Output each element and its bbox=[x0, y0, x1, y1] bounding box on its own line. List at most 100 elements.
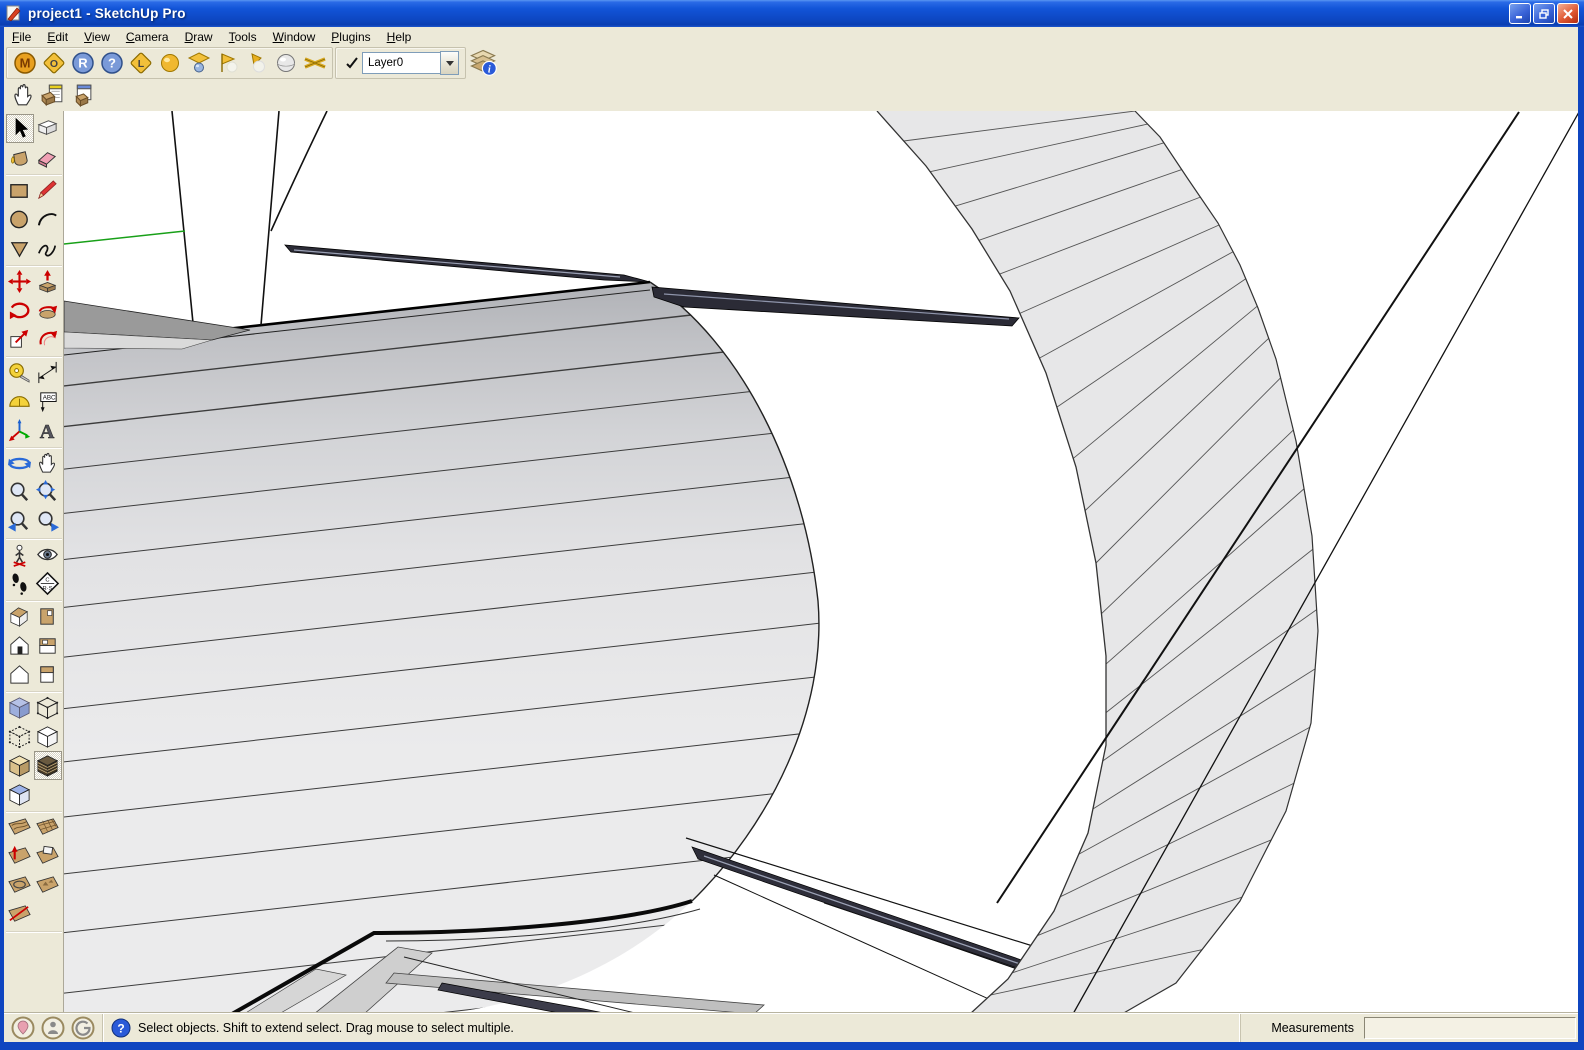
tool-view-front[interactable] bbox=[6, 631, 34, 660]
layer-manager-button[interactable]: i bbox=[466, 47, 500, 79]
context-help-icon[interactable]: ? bbox=[111, 1018, 131, 1038]
svg-text:R: R bbox=[78, 56, 88, 71]
tool-polygon[interactable] bbox=[6, 234, 34, 263]
tool-scale[interactable] bbox=[6, 325, 34, 354]
restore-button[interactable] bbox=[1533, 3, 1555, 24]
menu-plugins[interactable]: Plugins bbox=[323, 28, 378, 46]
tool-eraser[interactable] bbox=[34, 143, 62, 172]
tool-drape[interactable] bbox=[6, 871, 34, 900]
layer-dropdown-arrow[interactable] bbox=[440, 51, 459, 75]
tool-walk[interactable] bbox=[6, 569, 34, 598]
tool-line[interactable] bbox=[34, 176, 62, 205]
tool-dimension[interactable] bbox=[34, 358, 62, 387]
tool-zoom-previous[interactable] bbox=[6, 507, 34, 536]
toolbar-button-flag-a[interactable] bbox=[213, 49, 242, 77]
tool-orbit[interactable] bbox=[6, 449, 34, 478]
eraser-icon bbox=[37, 152, 57, 168]
menu-edit[interactable]: Edit bbox=[39, 28, 76, 46]
tool-stamp[interactable] bbox=[34, 842, 62, 871]
tool-shaded-with-textures[interactable] bbox=[33, 751, 62, 780]
tool-flip-edge[interactable] bbox=[6, 900, 34, 929]
arc-icon bbox=[37, 213, 57, 226]
menu-tools[interactable]: Tools bbox=[221, 28, 265, 46]
menu-window[interactable]: Window bbox=[265, 28, 324, 46]
tool-view-iso[interactable] bbox=[6, 602, 34, 631]
tool-zoom[interactable] bbox=[6, 478, 34, 507]
toolbar-button-box-window[interactable] bbox=[67, 82, 96, 110]
tool-paint-bucket[interactable] bbox=[6, 143, 34, 172]
menu-draw[interactable]: Draw bbox=[177, 28, 221, 46]
tool-make-component[interactable] bbox=[34, 114, 62, 143]
tool-push-pull[interactable] bbox=[34, 267, 62, 296]
minimize-button[interactable] bbox=[1509, 3, 1531, 24]
tool-smoove[interactable] bbox=[6, 842, 34, 871]
tool-rotate[interactable] bbox=[6, 296, 34, 325]
toolbar-button-tag-o[interactable]: O bbox=[39, 49, 68, 77]
toolbar-button-hand-tool[interactable] bbox=[9, 82, 38, 110]
tool-shaded[interactable] bbox=[6, 751, 34, 780]
close-button[interactable] bbox=[1557, 3, 1579, 24]
menu-file[interactable]: File bbox=[4, 28, 39, 46]
tool-rectangle[interactable] bbox=[6, 176, 34, 205]
tool-select[interactable] bbox=[5, 114, 34, 143]
tool-add-detail[interactable] bbox=[34, 871, 62, 900]
tool-sandbox-from-scratch[interactable] bbox=[34, 813, 62, 842]
tool-back-edges[interactable] bbox=[34, 693, 62, 722]
toolbar-button-yellow-sphere[interactable] bbox=[155, 49, 184, 77]
shaded-with-textures-icon bbox=[36, 755, 59, 777]
tool-circle[interactable] bbox=[6, 205, 34, 234]
sandbox-from-scratch-icon bbox=[36, 818, 59, 835]
shaded-icon bbox=[8, 755, 31, 777]
model-viewport[interactable] bbox=[64, 111, 1578, 1014]
tool-hidden-line[interactable] bbox=[34, 722, 62, 751]
menu-view[interactable]: View bbox=[76, 28, 118, 46]
toolbar-button-component-sampler[interactable] bbox=[184, 49, 213, 77]
menu-camera[interactable]: Camera bbox=[118, 28, 177, 46]
status-claim-button[interactable] bbox=[70, 1015, 96, 1041]
tool-section-plane[interactable]: C R·S bbox=[34, 569, 62, 598]
tool-wireframe[interactable] bbox=[6, 722, 34, 751]
layer-toolbar-group: Layer0 bbox=[335, 47, 466, 79]
toolbar-main: M O R? L Layer0 i bbox=[4, 46, 1578, 80]
tool-zoom-next[interactable] bbox=[34, 507, 62, 536]
toolbar-button-intersect-cross[interactable] bbox=[300, 49, 329, 77]
toolbar-button-help-badge[interactable]: ? bbox=[97, 49, 126, 77]
toolbar-button-r-badge[interactable]: R bbox=[68, 49, 97, 77]
tool-arc[interactable] bbox=[34, 205, 62, 234]
tool-xray[interactable] bbox=[6, 693, 34, 722]
measurements-box[interactable] bbox=[1364, 1017, 1576, 1039]
toolbar-button-flag-b[interactable] bbox=[242, 49, 271, 77]
tool-axes[interactable] bbox=[6, 416, 34, 445]
layer-visible-check-icon[interactable] bbox=[342, 53, 362, 73]
m-badge-icon: M bbox=[13, 52, 36, 74]
tool-protractor[interactable] bbox=[6, 387, 34, 416]
tool-view-left[interactable] bbox=[34, 660, 62, 689]
tool-monochrome[interactable] bbox=[6, 780, 34, 809]
tool-position-camera[interactable] bbox=[6, 540, 34, 569]
tool-zoom-extents[interactable] bbox=[34, 478, 62, 507]
tool-follow-me[interactable] bbox=[34, 296, 62, 325]
tool-pan[interactable] bbox=[34, 449, 62, 478]
layer-select[interactable]: Layer0 bbox=[362, 52, 440, 74]
hidden-line-icon bbox=[36, 726, 59, 748]
tool-freehand[interactable] bbox=[34, 234, 62, 263]
status-geolocation-button[interactable] bbox=[10, 1015, 36, 1041]
tool-text[interactable]: ABC bbox=[34, 387, 62, 416]
tool-move[interactable] bbox=[6, 267, 34, 296]
status-credits-button[interactable] bbox=[40, 1015, 66, 1041]
toolbar-button-box-list[interactable] bbox=[38, 82, 67, 110]
tool-tape-measure[interactable] bbox=[6, 358, 34, 387]
toolbar-button-white-sphere[interactable] bbox=[271, 49, 300, 77]
tool-view-right[interactable] bbox=[34, 602, 62, 631]
toolbar-button-tag-l[interactable]: L bbox=[126, 49, 155, 77]
tool-sandbox-from-contours[interactable] bbox=[6, 813, 34, 842]
tool-look-around[interactable] bbox=[34, 540, 62, 569]
tool-view-top[interactable] bbox=[34, 631, 62, 660]
tool-view-back[interactable] bbox=[6, 660, 34, 689]
menu-help[interactable]: Help bbox=[379, 28, 420, 46]
back-edges-icon bbox=[36, 696, 59, 720]
green-axis-line bbox=[64, 230, 186, 245]
tool-text-3d[interactable]: A bbox=[34, 416, 62, 445]
toolbar-button-m-badge[interactable]: M bbox=[10, 49, 39, 77]
tool-offset[interactable] bbox=[34, 325, 62, 354]
